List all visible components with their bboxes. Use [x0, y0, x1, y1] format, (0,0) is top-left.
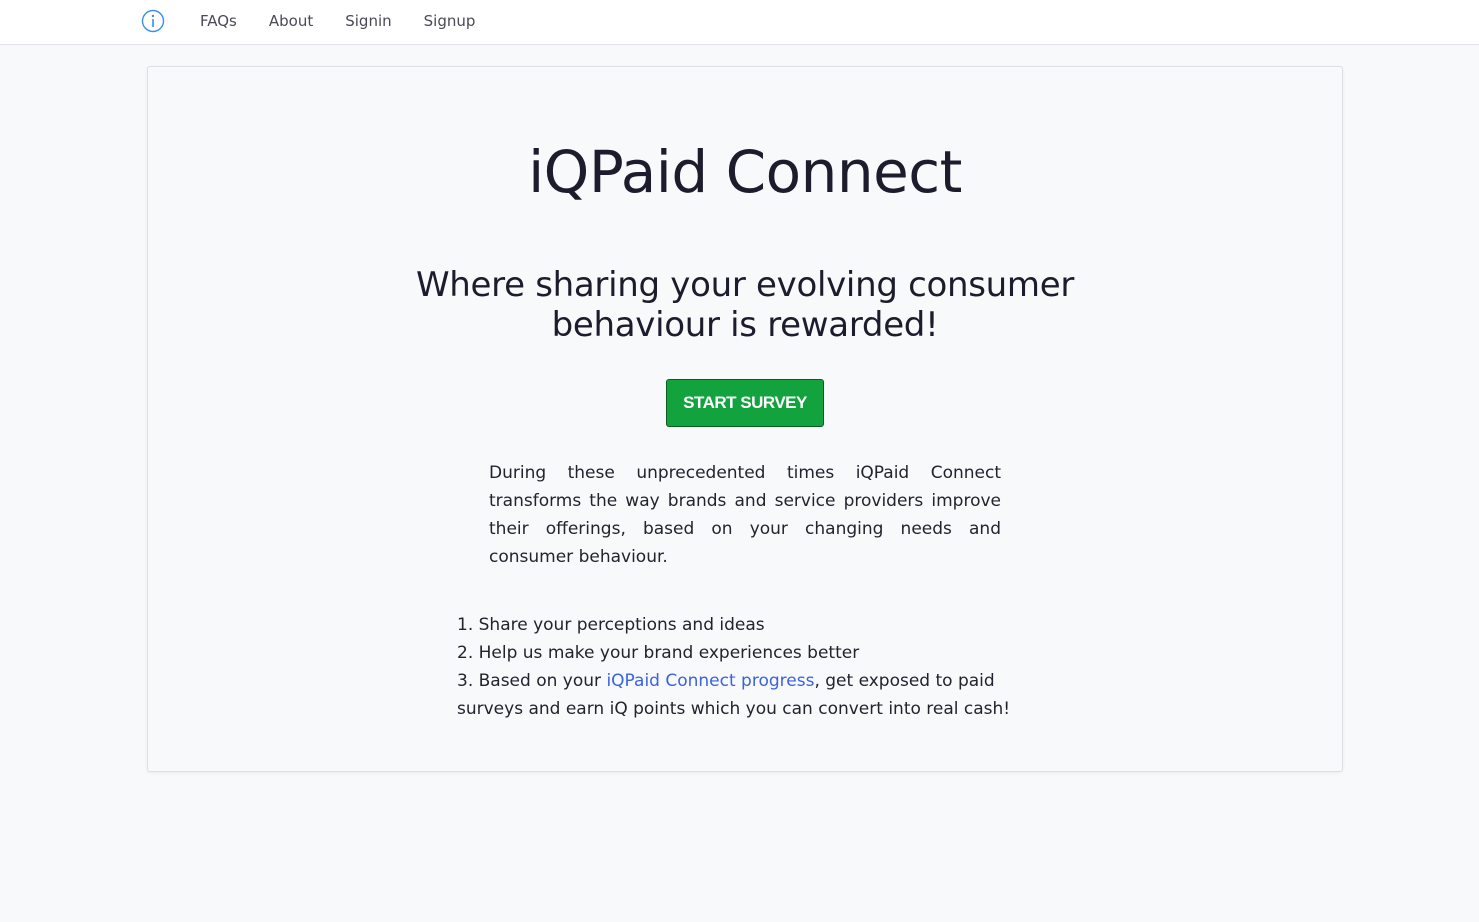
top-navbar: FAQs About Signin Signup [0, 0, 1479, 45]
start-survey-button[interactable]: START SURVEY [666, 379, 824, 427]
tagline: Where sharing your evolving consumer beh… [415, 265, 1075, 345]
benefits-list: 1. Share your perceptions and ideas 2. H… [457, 611, 1037, 723]
connect-progress-link[interactable]: iQPaid Connect progress [606, 671, 814, 691]
nav-container: FAQs About Signin Signup [141, 8, 507, 34]
nav-link-signin[interactable]: Signin [345, 8, 391, 34]
nav-link-faqs[interactable]: FAQs [200, 8, 237, 34]
page-title: iQPaid Connect [528, 138, 962, 206]
nav-link-about[interactable]: About [269, 8, 313, 34]
benefit-item-1: 1. Share your perceptions and ideas [457, 615, 765, 635]
info-circle-icon[interactable] [141, 9, 165, 33]
benefit-item-2: 2. Help us make your brand experiences b… [457, 643, 860, 663]
hero-card: iQPaid Connect Where sharing your evolvi… [147, 66, 1343, 772]
nav-links: FAQs About Signin Signup [200, 8, 507, 34]
benefit-item-3: 3. Based on your iQPaid Connect progress… [457, 667, 1037, 723]
description-paragraph: During these unprecedented times iQPaid … [489, 463, 1001, 567]
benefit-item-3-prefix: 3. Based on your [457, 671, 607, 691]
nav-link-signup[interactable]: Signup [424, 8, 476, 34]
